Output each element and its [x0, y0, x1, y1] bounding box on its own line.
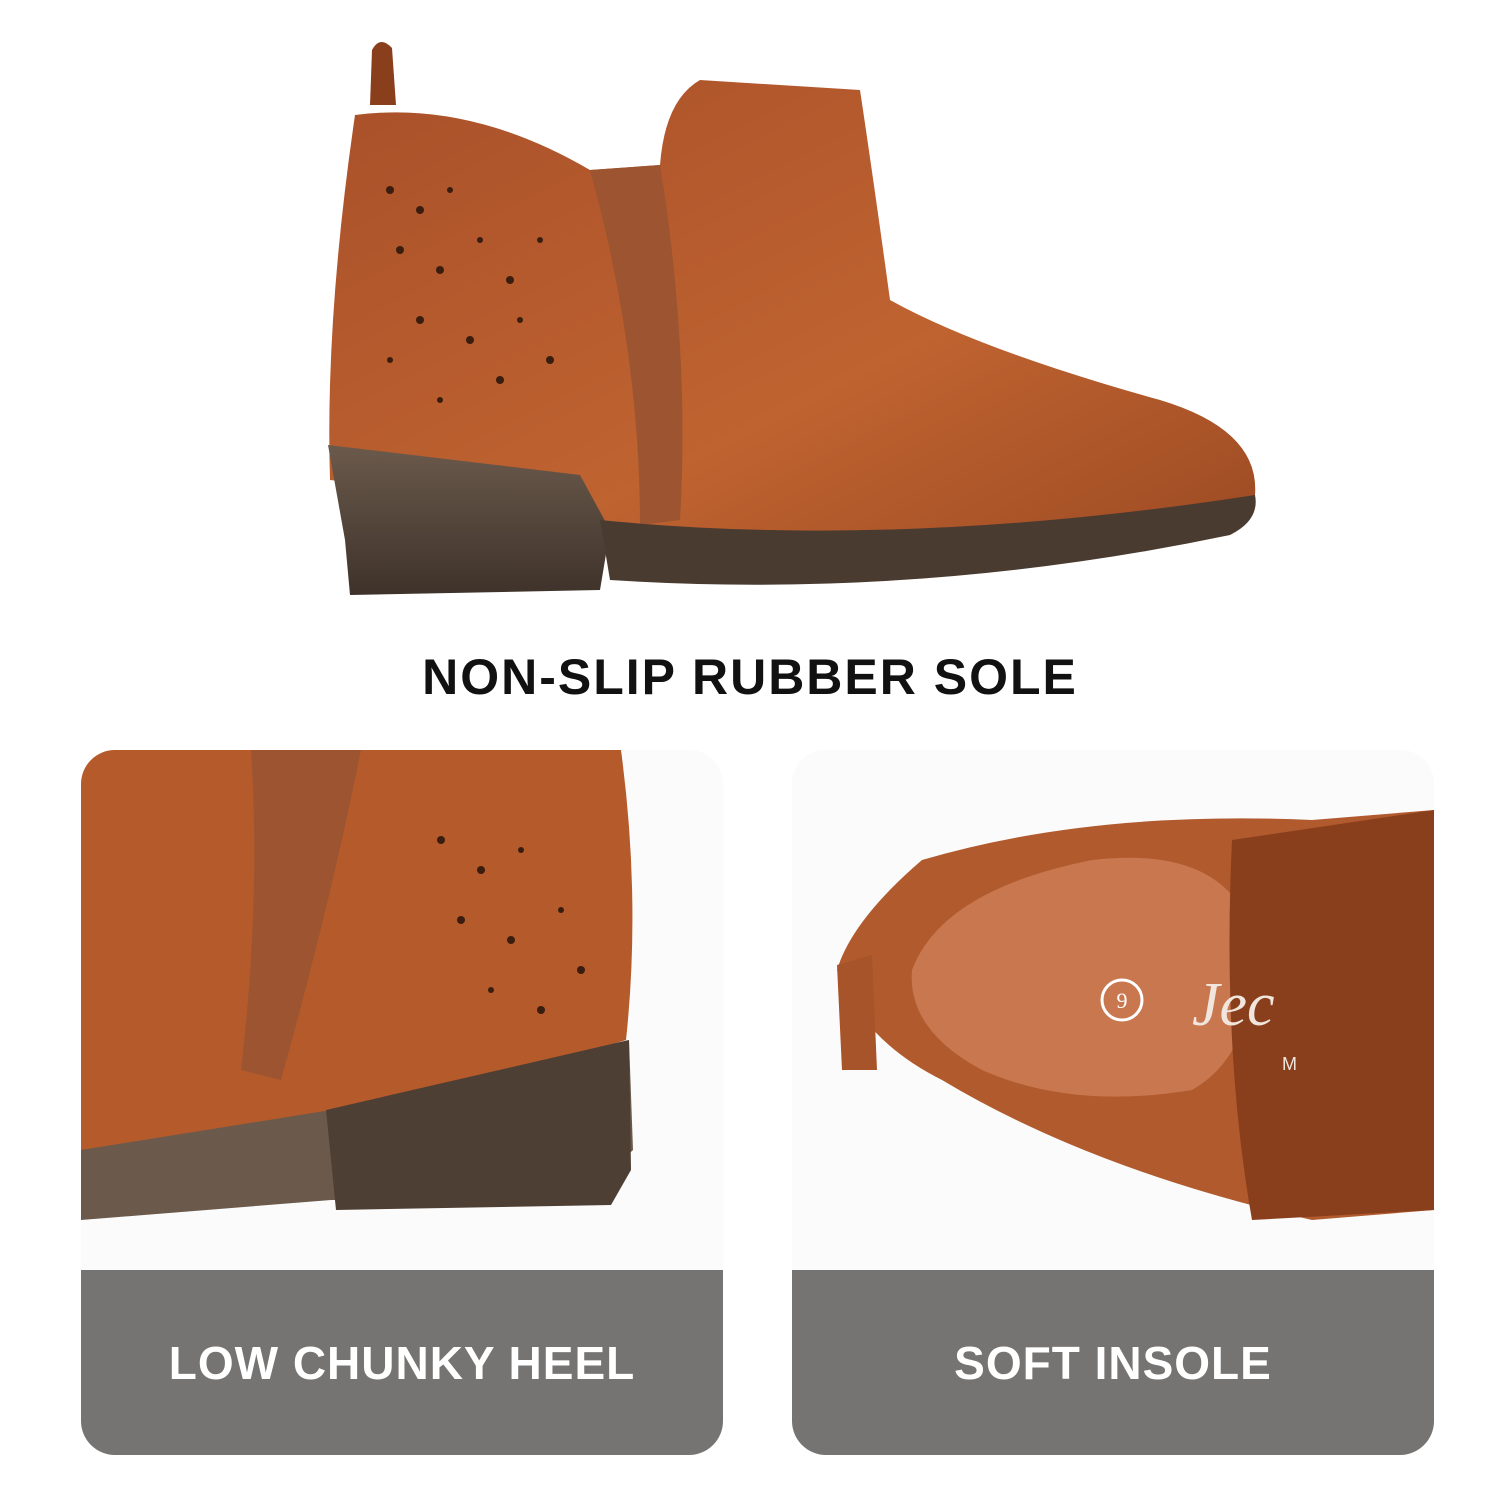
size-number: 9 [1117, 988, 1128, 1013]
insole-closeup-illustration: 9 Jec M [792, 750, 1434, 1270]
boot-side-view [328, 41, 1256, 595]
heel-closeup-card: LOW CHUNKY HEEL [81, 750, 723, 1455]
brand-sub-partial: M [1282, 1054, 1297, 1074]
brand-logo-partial: Jec [1192, 971, 1275, 1039]
heel-caption: LOW CHUNKY HEEL [81, 1270, 723, 1455]
heel-closeup-image [81, 750, 723, 1270]
insole-caption: SOFT INSOLE [792, 1270, 1434, 1455]
insole-closeup-card: 9 Jec M SOFT INSOLE [792, 750, 1434, 1455]
heel-closeup-illustration [81, 750, 723, 1270]
headline: NON-SLIP RUBBER SOLE [422, 649, 1078, 705]
insole-closeup-image: 9 Jec M [792, 750, 1434, 1270]
hero-boot-image [300, 20, 1280, 620]
